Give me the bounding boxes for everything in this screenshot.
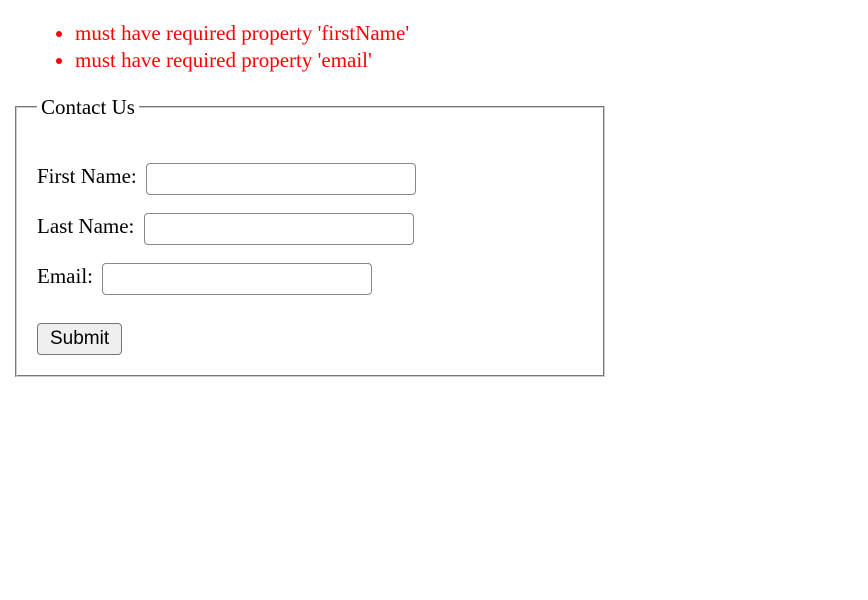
last-name-label: Last Name:	[37, 214, 134, 238]
error-item: must have required property 'email'	[75, 47, 853, 74]
email-label: Email:	[37, 264, 93, 288]
contact-form-fieldset: Contact Us First Name: Last Name: Email:…	[15, 95, 605, 377]
email-row: Email:	[37, 263, 583, 295]
submit-button[interactable]: Submit	[37, 323, 122, 355]
error-item: must have required property 'firstName'	[75, 20, 853, 47]
last-name-row: Last Name:	[37, 213, 583, 245]
first-name-label: First Name:	[37, 164, 137, 188]
last-name-input[interactable]	[144, 213, 414, 245]
email-input[interactable]	[102, 263, 372, 295]
first-name-row: First Name:	[37, 163, 583, 195]
first-name-input[interactable]	[146, 163, 416, 195]
error-list: must have required property 'firstName' …	[15, 20, 853, 75]
form-legend: Contact Us	[37, 95, 139, 120]
